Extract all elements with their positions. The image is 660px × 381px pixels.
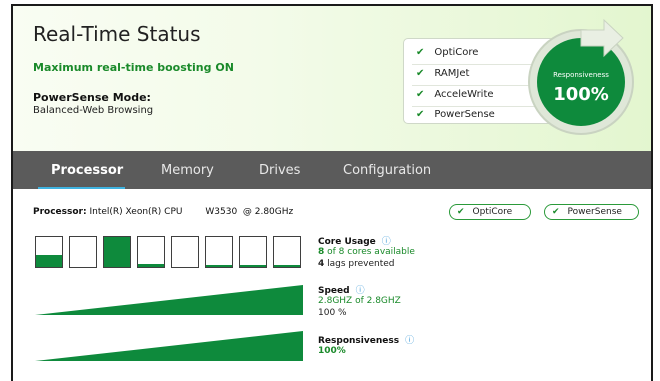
- core-load-fill: [206, 265, 232, 267]
- responsiveness-value: 100%: [318, 346, 346, 356]
- tab-configuration[interactable]: Configuration: [343, 163, 431, 178]
- tab-drives[interactable]: Drives: [259, 163, 300, 178]
- gauge-label: Responsiveness: [553, 71, 609, 79]
- responsiveness-title: Responsiveness ⓘ: [318, 336, 415, 346]
- core-load-fill: [36, 255, 62, 267]
- processor-info: Processor: Intel(R) Xeon(R) CPU W3530 @ …: [33, 207, 294, 217]
- boost-status: Maximum real-time boosting ON: [33, 61, 234, 74]
- feature-accelewrite: ✔ AcceleWrite: [416, 89, 494, 100]
- speed-percent: 100 %: [318, 308, 347, 318]
- app-window: Real-Time Status Maximum real-time boost…: [11, 4, 653, 381]
- feature-powersense: ✔ PowerSense: [416, 109, 495, 120]
- check-icon: ✔: [457, 207, 465, 217]
- cores-available: 8 of 8 cores available: [318, 247, 415, 257]
- core-bar: [103, 236, 131, 268]
- info-icon[interactable]: ⓘ: [405, 336, 414, 346]
- page-title: Real-Time Status: [33, 22, 201, 46]
- feature-ramjet: ✔ RAMJet: [416, 68, 470, 79]
- core-bar: [35, 236, 63, 268]
- check-icon: ✔: [416, 47, 425, 58]
- core-load-fill: [240, 265, 266, 267]
- info-icon[interactable]: ⓘ: [356, 286, 365, 296]
- speed-value: 2.8GHZ of 2.8GHZ: [318, 296, 401, 306]
- speed-title: Speed ⓘ: [318, 286, 365, 296]
- responsiveness-ramp: [35, 331, 303, 361]
- core-usage-title: Core Usage ⓘ: [318, 237, 391, 247]
- check-icon: ✔: [416, 89, 425, 100]
- speed-ramp: [35, 285, 303, 315]
- core-bar: [171, 236, 199, 268]
- check-icon: ✔: [416, 68, 425, 79]
- core-load-fill: [104, 237, 130, 267]
- core-load-fill: [138, 264, 164, 267]
- core-bar: [273, 236, 301, 268]
- tab-bar: Processor Memory Drives Configuration: [13, 151, 651, 189]
- core-bar: [69, 236, 97, 268]
- pill-opticore[interactable]: ✔ OptiCore: [449, 204, 531, 220]
- check-icon: ✔: [552, 207, 560, 217]
- powersense-mode-label: PowerSense Mode:: [33, 91, 151, 104]
- powersense-mode-value: Balanced-Web Browsing: [33, 105, 154, 116]
- active-tab-indicator: [38, 187, 125, 189]
- info-icon[interactable]: ⓘ: [382, 237, 391, 247]
- pill-powersense[interactable]: ✔ PowerSense: [544, 204, 639, 220]
- lags-prevented: 4 lags prevented: [318, 259, 395, 269]
- core-bar: [239, 236, 267, 268]
- core-bar: [137, 236, 165, 268]
- feature-opticore: ✔ OptiCore: [416, 47, 479, 58]
- check-icon: ✔: [416, 109, 425, 120]
- tab-memory[interactable]: Memory: [161, 163, 214, 178]
- gauge-value: 100%: [553, 84, 609, 105]
- tab-processor[interactable]: Processor: [51, 163, 123, 178]
- responsiveness-gauge: Responsiveness 100%: [520, 16, 642, 138]
- core-load-fill: [274, 265, 300, 267]
- core-bar: [205, 236, 233, 268]
- status-header: Real-Time Status Maximum real-time boost…: [13, 6, 651, 151]
